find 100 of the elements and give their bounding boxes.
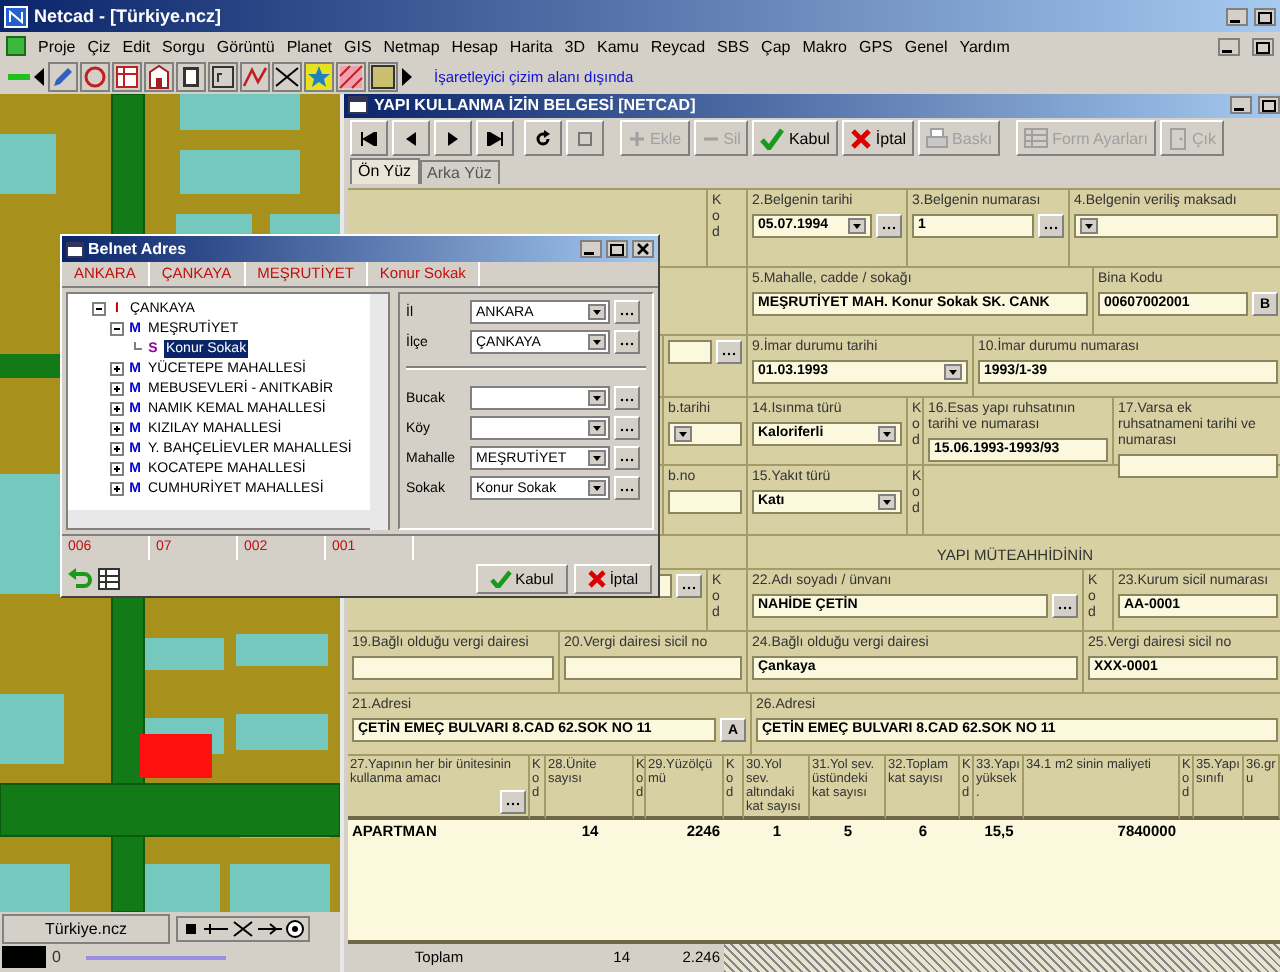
first-button[interactable] — [350, 120, 388, 157]
menu-item[interactable]: Edit — [122, 37, 151, 55]
pencil-tool-button[interactable] — [48, 62, 78, 92]
menu-item[interactable]: Makro — [802, 37, 847, 55]
browse-button[interactable] — [500, 790, 526, 814]
minimize-icon[interactable] — [580, 240, 602, 258]
menu-item[interactable]: Kamu — [597, 37, 639, 55]
arrow-line-icon[interactable] — [258, 920, 282, 938]
input-field[interactable] — [564, 656, 742, 680]
browse-button[interactable] — [1052, 594, 1078, 618]
menu-item[interactable]: GPS — [858, 37, 893, 55]
expand-icon[interactable] — [110, 421, 124, 435]
hatch-tool-button[interactable] — [336, 62, 366, 92]
ok-button[interactable]: Kabul — [752, 120, 838, 157]
menu-item[interactable]: SBS — [717, 37, 750, 55]
restore-icon[interactable] — [606, 240, 628, 258]
dropdown-arrow-icon[interactable] — [848, 218, 866, 234]
menu-item[interactable]: Çap — [761, 37, 791, 55]
expand-icon[interactable] — [110, 361, 124, 375]
last-button[interactable] — [476, 120, 514, 157]
point-icon[interactable] — [182, 920, 200, 938]
dropdown-field[interactable] — [668, 422, 742, 446]
browse-button[interactable] — [614, 416, 640, 440]
restore-icon[interactable] — [1252, 37, 1274, 55]
horizontal-scrollbar[interactable] — [68, 510, 370, 528]
dropdown-field[interactable] — [1074, 214, 1278, 238]
menu-item[interactable]: Görüntü — [216, 37, 275, 55]
menu-item[interactable]: Yardım — [959, 37, 1010, 55]
input-field[interactable] — [1118, 454, 1278, 478]
tab[interactable]: Ön Yüz — [350, 158, 420, 184]
browse-button[interactable] — [614, 330, 640, 354]
intersect-tool-button[interactable] — [272, 62, 302, 92]
vertical-scrollbar[interactable] — [370, 294, 388, 530]
dropdown-arrow-icon[interactable] — [878, 426, 896, 442]
color-swatch[interactable] — [2, 946, 46, 968]
dropdown-field[interactable] — [470, 416, 610, 440]
tab[interactable]: Arka Yüz — [419, 160, 500, 184]
rectangle-tool-button[interactable] — [368, 62, 398, 92]
dropdown-arrow-icon[interactable] — [588, 334, 606, 350]
restore-icon[interactable] — [1254, 7, 1276, 25]
dropdown-arrow-icon[interactable] — [588, 390, 606, 406]
menu-item[interactable]: Reycad — [650, 37, 706, 55]
menu-item[interactable]: Çiz — [87, 37, 111, 55]
dropdown-arrow-icon[interactable] — [588, 450, 606, 466]
browse-button[interactable] — [876, 214, 902, 238]
target-icon[interactable] — [286, 920, 304, 938]
dropdown-arrow-icon[interactable] — [674, 426, 692, 442]
cancel-button[interactable]: İptal — [841, 120, 915, 157]
menu-item[interactable]: Planet — [286, 37, 332, 55]
menu-item[interactable]: Harita — [509, 37, 553, 55]
menu-item[interactable]: 3D — [564, 37, 585, 55]
expand-icon[interactable] — [110, 481, 124, 495]
browse-button[interactable] — [676, 574, 702, 598]
input-field[interactable] — [668, 490, 742, 514]
table-tool-button[interactable] — [112, 62, 142, 92]
menu-item[interactable]: GIS — [344, 37, 372, 55]
dropdown-arrow-icon[interactable] — [1080, 218, 1098, 234]
dropdown-arrow-icon[interactable] — [944, 364, 962, 380]
expand-icon[interactable] — [110, 381, 124, 395]
circle-tool-button[interactable] — [80, 62, 110, 92]
menu-item[interactable]: Genel — [904, 37, 948, 55]
minimize-icon[interactable] — [1230, 96, 1252, 115]
dropdown-arrow-icon[interactable] — [588, 304, 606, 320]
menu-item[interactable]: Proje — [38, 37, 76, 55]
browse-button[interactable] — [614, 476, 640, 500]
close-icon[interactable] — [632, 240, 654, 258]
dropdown-field[interactable] — [470, 386, 610, 410]
star-tool-button[interactable] — [304, 62, 334, 92]
cross-icon[interactable] — [232, 920, 254, 938]
collapse-icon[interactable] — [110, 321, 124, 335]
right-arrow-icon[interactable] — [400, 68, 412, 86]
polyline-tool-button[interactable] — [240, 62, 270, 92]
dropdown-arrow-icon[interactable] — [588, 420, 606, 436]
left-arrow-icon[interactable] — [34, 68, 46, 86]
building-tool-button[interactable] — [144, 62, 174, 92]
page-tool-button[interactable] — [176, 62, 206, 92]
expand-icon[interactable] — [110, 401, 124, 415]
frame-tool-button[interactable] — [208, 62, 238, 92]
input-field[interactable] — [352, 656, 554, 680]
next-button[interactable] — [434, 120, 472, 157]
expand-icon[interactable] — [110, 461, 124, 475]
minimize-icon[interactable] — [1226, 7, 1248, 25]
collapse-icon[interactable] — [92, 301, 106, 315]
prev-button[interactable] — [392, 120, 430, 157]
restore-icon[interactable] — [1258, 96, 1280, 115]
menu-item[interactable]: Netmap — [383, 37, 440, 55]
browse-button[interactable] — [614, 386, 640, 410]
expand-icon[interactable] — [110, 441, 124, 455]
browse-button[interactable] — [716, 340, 742, 364]
menu-item[interactable]: Hesap — [451, 37, 498, 55]
dropdown-arrow-icon[interactable] — [588, 480, 606, 496]
browse-button[interactable] — [614, 300, 640, 324]
line-icon[interactable] — [204, 920, 228, 938]
menu-item[interactable]: Sorgu — [162, 37, 205, 55]
browse-button[interactable] — [1038, 214, 1064, 238]
input-field[interactable] — [668, 340, 712, 364]
grid-icon[interactable] — [98, 567, 120, 589]
browse-button[interactable] — [614, 446, 640, 470]
dropdown-arrow-icon[interactable] — [878, 494, 896, 510]
minimize-icon[interactable] — [1218, 37, 1240, 55]
